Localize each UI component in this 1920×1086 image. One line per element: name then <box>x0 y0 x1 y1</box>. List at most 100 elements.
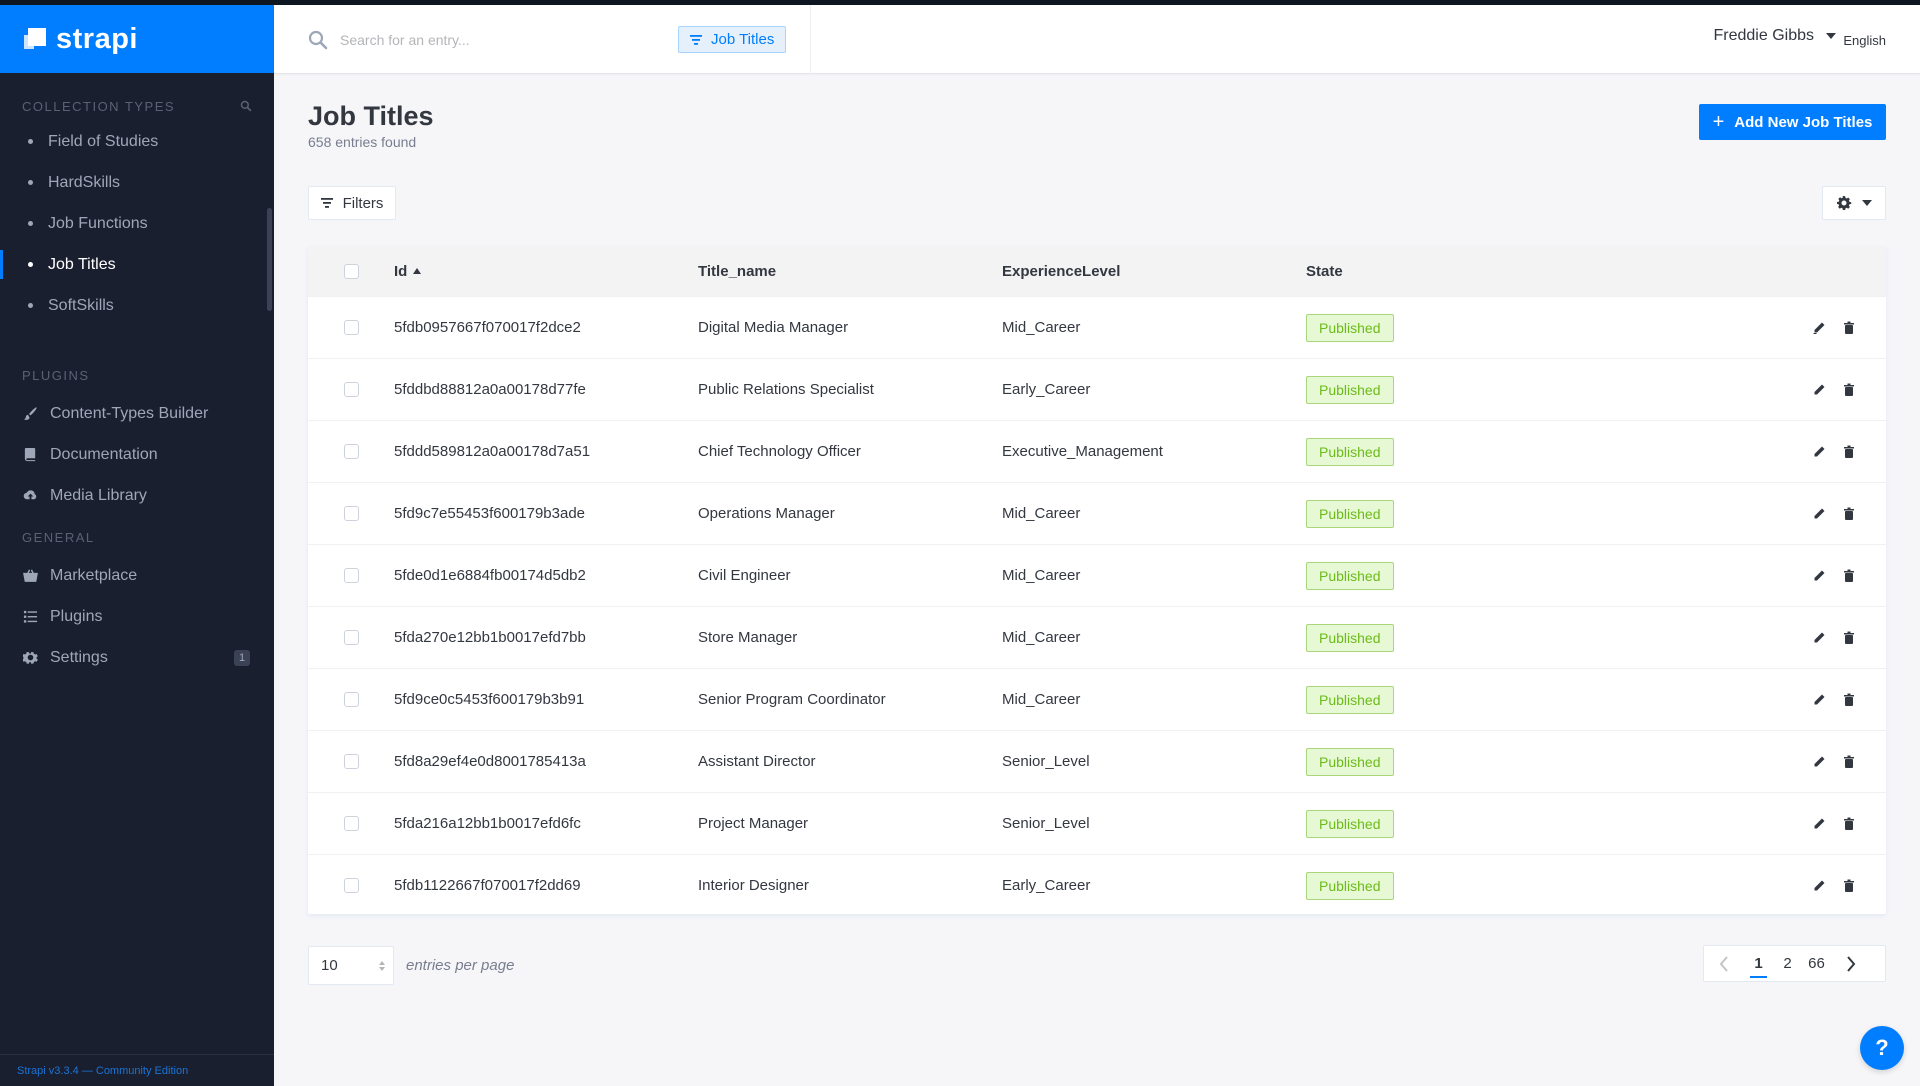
select-all-checkbox[interactable] <box>343 263 359 279</box>
notification-badge: 1 <box>234 650 250 666</box>
table-row[interactable]: 5fdb1122667f070017f2dd69 Interior Design… <box>308 854 1886 916</box>
general-title: GENERAL <box>22 529 95 545</box>
cell-id: 5fd8a29ef4e0d8001785413a <box>394 753 586 770</box>
collection-types-title: COLLECTION TYPES <box>22 98 176 114</box>
pagination: 1 2 66 <box>1703 945 1886 982</box>
edit-pencil-icon[interactable] <box>1812 879 1826 893</box>
page-66-button[interactable]: 66 <box>1802 945 1831 982</box>
edit-pencil-icon[interactable] <box>1812 507 1826 521</box>
cell-title: Civil Engineer <box>698 567 791 584</box>
edit-pencil-icon[interactable] <box>1812 569 1826 583</box>
row-checkbox[interactable] <box>343 444 359 459</box>
delete-trash-icon[interactable] <box>1842 631 1856 645</box>
column-header-experience[interactable]: ExperienceLevel <box>1002 263 1306 280</box>
page-2-button[interactable]: 2 <box>1773 945 1802 982</box>
column-header-title[interactable]: Title_name <box>698 263 1002 280</box>
cell-title: Assistant Director <box>698 753 816 770</box>
plugins-section: PLUGINS Content-Types Builder Documentat… <box>0 364 274 516</box>
delete-trash-icon[interactable] <box>1842 817 1856 831</box>
row-checkbox[interactable] <box>343 754 359 769</box>
row-checkbox[interactable] <box>343 506 359 521</box>
next-page-button[interactable] <box>1831 945 1871 982</box>
cell-id: 5fdb0957667f070017f2dce2 <box>394 319 581 336</box>
status-badge: Published <box>1306 561 1394 590</box>
table-row[interactable]: 5fddbd88812a0a00178d77fe Public Relation… <box>308 358 1886 420</box>
table-row[interactable]: 5fd8a29ef4e0d8001785413a Assistant Direc… <box>308 730 1886 792</box>
column-header-id[interactable]: Id <box>394 263 698 280</box>
status-badge: Published <box>1306 499 1394 528</box>
filters-button[interactable]: Filters <box>308 186 396 220</box>
sidebar-item-job-functions[interactable]: Job Functions <box>0 203 274 244</box>
sidebar-item-marketplace[interactable]: Marketplace <box>0 555 274 596</box>
version-footer[interactable]: Strapi v3.3.4 — Community Edition <box>0 1054 274 1086</box>
edit-pencil-icon[interactable] <box>1812 631 1826 645</box>
sidebar-item-media-library[interactable]: Media Library <box>0 475 274 516</box>
row-checkbox[interactable] <box>343 692 359 707</box>
row-checkbox[interactable] <box>343 320 359 335</box>
sidebar-item-label: Media Library <box>50 486 147 504</box>
bullet-icon <box>28 180 33 185</box>
delete-trash-icon[interactable] <box>1842 321 1856 335</box>
search-input[interactable] <box>340 25 620 55</box>
sidebar-item-settings[interactable]: Settings 1 <box>0 637 274 678</box>
edit-pencil-icon[interactable] <box>1812 383 1826 397</box>
row-checkbox[interactable] <box>343 568 359 583</box>
row-checkbox[interactable] <box>343 382 359 397</box>
status-badge: Published <box>1306 313 1394 342</box>
brand-header[interactable]: strapi <box>0 5 274 73</box>
edit-pencil-icon[interactable] <box>1812 693 1826 707</box>
delete-trash-icon[interactable] <box>1842 693 1856 707</box>
table-row[interactable]: 5fde0d1e6884fb00174d5db2 Civil Engineer … <box>308 544 1886 606</box>
cell-title: Digital Media Manager <box>698 319 849 336</box>
sidebar-item-documentation[interactable]: Documentation <box>0 434 274 475</box>
sidebar-item-content-types-builder[interactable]: Content-Types Builder <box>0 393 274 434</box>
table-row[interactable]: 5fddd589812a0a00178d7a51 Chief Technolog… <box>308 420 1886 482</box>
edit-pencil-icon[interactable] <box>1812 817 1826 831</box>
table-header: Id Title_name ExperienceLevel State <box>308 246 1886 296</box>
table-row[interactable]: 5fd9c7e55453f600179b3ade Operations Mana… <box>308 482 1886 544</box>
add-new-entry-button[interactable]: + Add New Job Titles <box>1699 104 1886 140</box>
table-row[interactable]: 5fda270e12bb1b0017efd7bb Store Manager M… <box>308 606 1886 668</box>
edit-pencil-icon[interactable] <box>1812 321 1826 335</box>
edit-pencil-icon[interactable] <box>1812 755 1826 769</box>
previous-page-button[interactable] <box>1704 945 1744 982</box>
delete-trash-icon[interactable] <box>1842 879 1856 893</box>
delete-trash-icon[interactable] <box>1842 507 1856 521</box>
column-header-state: State <box>1306 262 1343 280</box>
cell-title: Store Manager <box>698 629 798 646</box>
caret-down-icon <box>1862 200 1872 206</box>
sidebar-search-icon[interactable] <box>240 100 252 112</box>
help-button[interactable]: ? <box>1860 1026 1904 1070</box>
cloud-upload-icon <box>22 488 38 504</box>
table-row[interactable]: 5fdb0957667f070017f2dce2 Digital Media M… <box>308 296 1886 358</box>
row-checkbox[interactable] <box>343 878 359 893</box>
row-checkbox[interactable] <box>343 630 359 645</box>
entries-table: Id Title_name ExperienceLevel State 5fdb… <box>308 246 1886 914</box>
sidebar-item-job-titles[interactable]: Job Titles <box>0 244 274 285</box>
delete-trash-icon[interactable] <box>1842 569 1856 583</box>
user-menu[interactable]: Freddie Gibbs <box>1714 27 1836 45</box>
table-row[interactable]: 5fd9ce0c5453f600179b3b91 Senior Program … <box>308 668 1886 730</box>
cell-id: 5fddbd88812a0a00178d77fe <box>394 381 586 398</box>
row-checkbox[interactable] <box>343 816 359 831</box>
delete-trash-icon[interactable] <box>1842 755 1856 769</box>
search-scope-chip[interactable]: Job Titles <box>678 26 787 53</box>
status-badge: Published <box>1306 623 1394 652</box>
delete-trash-icon[interactable] <box>1842 445 1856 459</box>
paintbrush-icon <box>22 406 38 422</box>
chevron-right-icon <box>1847 955 1856 972</box>
sidebar-item-plugins[interactable]: Plugins <box>0 596 274 637</box>
delete-trash-icon[interactable] <box>1842 383 1856 397</box>
language-selector[interactable]: English <box>1843 33 1886 48</box>
sidebar-item-hardskills[interactable]: HardSkills <box>0 162 274 203</box>
edit-pencil-icon[interactable] <box>1812 445 1826 459</box>
sidebar-item-field-of-studies[interactable]: Field of Studies <box>0 121 274 162</box>
search-scope-label: Job Titles <box>711 31 775 48</box>
status-badge: Published <box>1306 437 1394 466</box>
table-row[interactable]: 5fda216a12bb1b0017efd6fc Project Manager… <box>308 792 1886 854</box>
page-1-button[interactable]: 1 <box>1744 945 1773 982</box>
entries-per-page-select[interactable]: 10 <box>308 946 394 985</box>
list-icon <box>22 609 38 625</box>
sidebar-item-softskills[interactable]: SoftSkills <box>0 285 274 326</box>
table-settings-button[interactable] <box>1822 186 1886 220</box>
